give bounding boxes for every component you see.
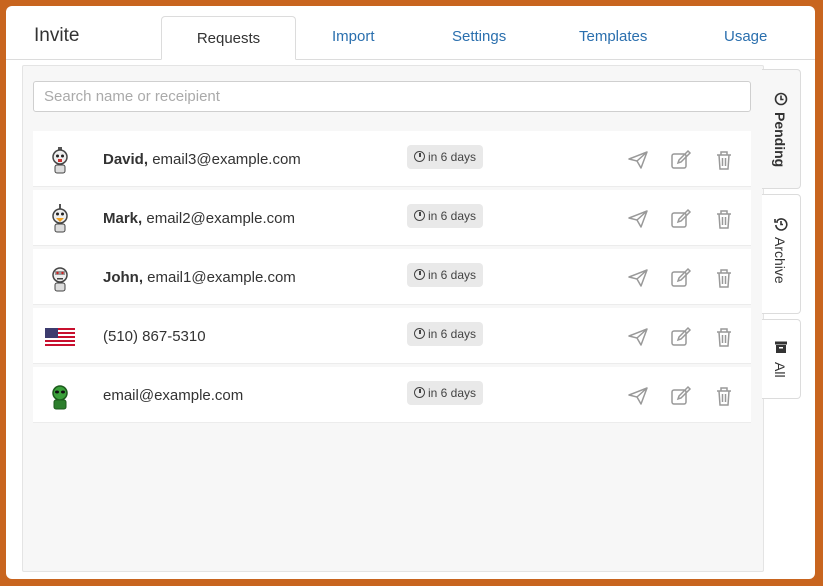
list-item[interactable]: John, email1@example.com in 6 days — [33, 249, 751, 305]
clock-icon — [414, 328, 425, 339]
archive-box-icon — [775, 341, 787, 353]
trash-icon[interactable] — [713, 326, 735, 348]
edit-icon[interactable] — [670, 208, 692, 230]
robot-avatar-icon — [52, 267, 68, 292]
send-icon[interactable] — [627, 149, 649, 171]
trash-icon[interactable] — [713, 385, 735, 407]
recipient-contact: email1@example.com — [147, 269, 296, 286]
clock-icon — [414, 269, 425, 280]
edit-icon[interactable] — [670, 149, 692, 171]
recipient-contact: email3@example.com — [152, 151, 301, 168]
recipient-contact: (510) 867-5310 — [103, 328, 206, 345]
side-tab-label: Pending — [772, 112, 788, 168]
due-text: in 6 days — [428, 209, 477, 223]
side-tab-pending[interactable]: Pending — [762, 69, 801, 189]
invite-window: Invite Requests Import Settings Template… — [6, 6, 815, 579]
top-bar: Invite Requests Import Settings Template… — [6, 6, 815, 60]
edit-icon[interactable] — [670, 326, 692, 348]
history-icon — [774, 218, 788, 231]
list-item[interactable]: email@example.com in 6 days — [33, 367, 751, 423]
recipient-name: Mark, — [103, 210, 143, 227]
robot-avatar-icon — [52, 147, 68, 174]
list-item[interactable]: (510) 867-5310 in 6 days — [33, 308, 751, 364]
edit-icon[interactable] — [670, 385, 692, 407]
recipient-name: John, — [103, 269, 143, 286]
clock-icon — [414, 151, 425, 162]
edit-icon[interactable] — [670, 267, 692, 289]
clock-icon — [414, 387, 425, 398]
list-item[interactable]: David, email3@example.com in 6 days — [33, 131, 751, 187]
send-icon[interactable] — [627, 326, 649, 348]
trash-icon[interactable] — [713, 267, 735, 289]
due-text: in 6 days — [428, 150, 477, 164]
tab-requests[interactable]: Requests — [161, 16, 296, 60]
side-tab-label: All — [772, 362, 788, 378]
recipient-label: David, email3@example.com — [103, 151, 301, 168]
tab-import[interactable]: Import — [332, 28, 375, 45]
side-tab-label: Archive — [772, 237, 788, 284]
send-icon[interactable] — [627, 208, 649, 230]
list-item[interactable]: Mark, email2@example.com in 6 days — [33, 190, 751, 246]
due-badge: in 6 days — [407, 204, 484, 228]
app-title: Invite — [34, 25, 80, 46]
recipient-contact: email2@example.com — [146, 210, 295, 227]
due-text: in 6 days — [428, 268, 477, 282]
due-badge: in 6 days — [407, 381, 484, 405]
recipient-label: Mark, email2@example.com — [103, 210, 295, 227]
send-icon[interactable] — [627, 385, 649, 407]
search-input[interactable] — [33, 81, 751, 112]
recipient-contact: email@example.com — [103, 387, 244, 404]
due-badge: in 6 days — [407, 145, 484, 169]
trash-icon[interactable] — [713, 208, 735, 230]
requests-panel: David, email3@example.com in 6 days Mark… — [22, 65, 764, 572]
tab-templates[interactable]: Templates — [579, 28, 647, 45]
tab-usage[interactable]: Usage — [724, 28, 767, 45]
side-tab-all[interactable]: All — [762, 319, 801, 399]
clock-icon — [414, 210, 425, 221]
due-badge: in 6 days — [407, 263, 484, 287]
side-tab-archive[interactable]: Archive — [762, 194, 801, 314]
recipient-name: David, — [103, 151, 149, 168]
recipient-label: (510) 867-5310 — [103, 328, 206, 345]
due-text: in 6 days — [428, 327, 477, 341]
us-flag-icon — [45, 328, 75, 346]
alien-avatar-icon — [52, 385, 68, 410]
recipient-label: John, email1@example.com — [103, 269, 296, 286]
robot-avatar-icon — [52, 204, 68, 233]
due-badge: in 6 days — [407, 322, 484, 346]
trash-icon[interactable] — [713, 149, 735, 171]
send-icon[interactable] — [627, 267, 649, 289]
recipient-label: email@example.com — [103, 387, 243, 404]
clock-icon — [774, 92, 788, 106]
due-text: in 6 days — [428, 386, 477, 400]
tab-settings[interactable]: Settings — [452, 28, 506, 45]
